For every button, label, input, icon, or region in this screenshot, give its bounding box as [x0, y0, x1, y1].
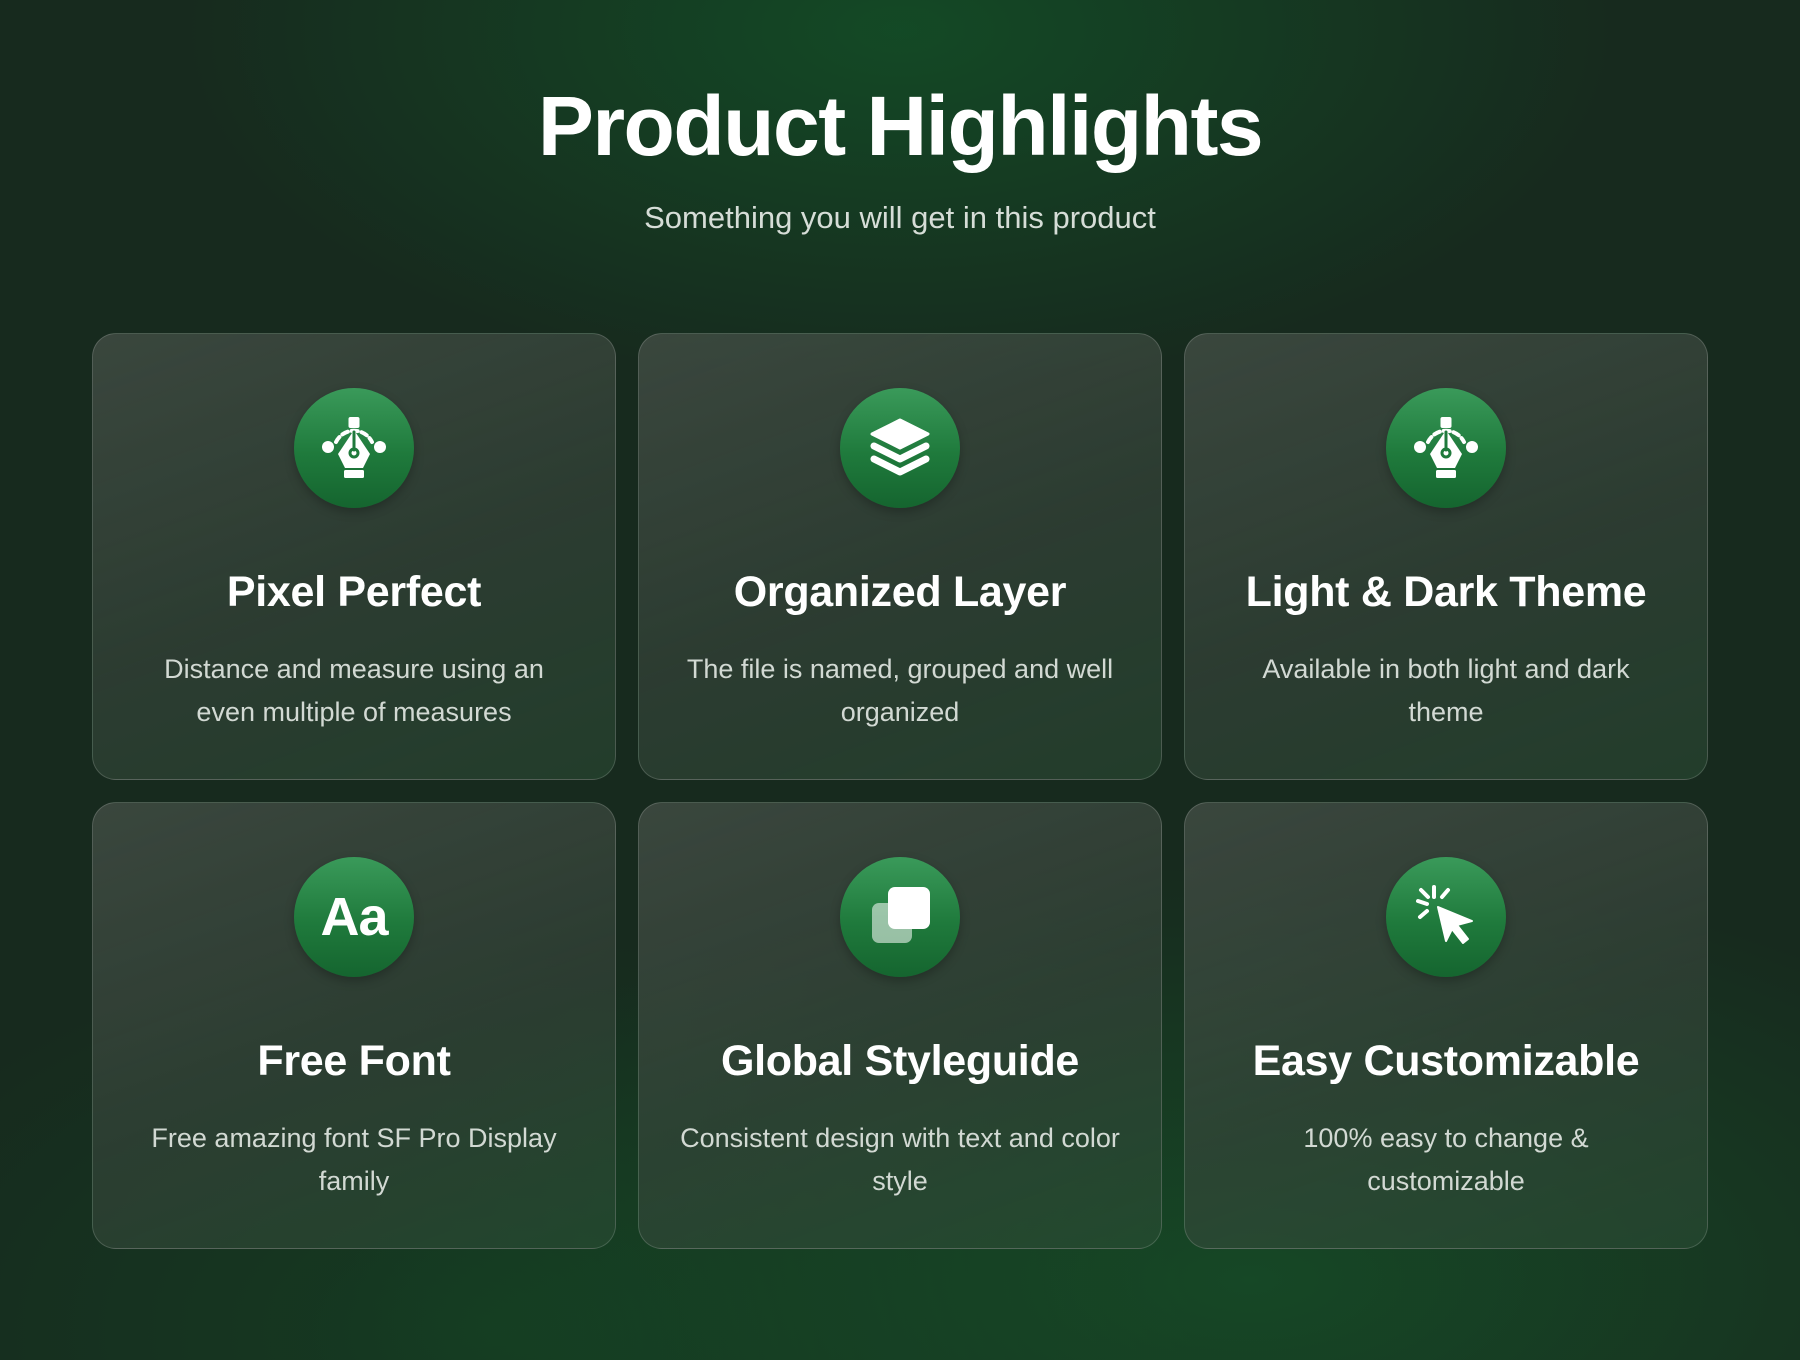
feature-description: Distance and measure using an even multi…	[164, 654, 544, 727]
font-icon: Aa	[294, 857, 414, 977]
feature-title: Global Styleguide	[720, 1037, 1080, 1085]
feature-title: Pixel Perfect	[226, 568, 482, 616]
feature-title: Easy Customizable	[1252, 1037, 1640, 1085]
product-highlights-page: Product Highlights Something you will ge…	[0, 0, 1800, 1360]
feature-description: 100% easy to change & customizable	[1303, 1123, 1589, 1196]
styleguide-icon	[840, 857, 960, 977]
feature-card-free-font: Aa Free Font Free amazing font SF Pro Di…	[92, 802, 616, 1249]
features-grid: Pixel Perfect Distance and measure using…	[92, 333, 1708, 1249]
feature-card-global-styleguide: Global Styleguide Consistent design with…	[638, 802, 1162, 1249]
feature-card-organized-layer: Organized Layer The file is named, group…	[638, 333, 1162, 780]
layers-icon	[840, 388, 960, 508]
feature-description: Free amazing font SF Pro Display family	[151, 1123, 557, 1196]
page-title: Product Highlights	[537, 79, 1264, 173]
cursor-click-icon	[1386, 857, 1506, 977]
feature-title: Light & Dark Theme	[1245, 568, 1647, 616]
feature-title: Organized Layer	[733, 568, 1067, 616]
feature-description: Consistent design with text and color st…	[680, 1123, 1120, 1196]
font-icon-glyph: Aa	[320, 887, 388, 947]
pen-tool-icon	[1386, 388, 1506, 508]
feature-description: The file is named, grouped and well orga…	[686, 654, 1114, 727]
feature-title: Free Font	[257, 1037, 451, 1085]
page-subtitle: Something you will get in this product	[644, 200, 1156, 235]
pen-tool-icon	[294, 388, 414, 508]
feature-card-easy-customizable: Easy Customizable 100% easy to change & …	[1184, 802, 1708, 1249]
feature-card-pixel-perfect: Pixel Perfect Distance and measure using…	[92, 333, 616, 780]
feature-description: Available in both light and dark theme	[1262, 654, 1630, 727]
feature-card-light-dark-theme: Light & Dark Theme Available in both lig…	[1184, 333, 1708, 780]
